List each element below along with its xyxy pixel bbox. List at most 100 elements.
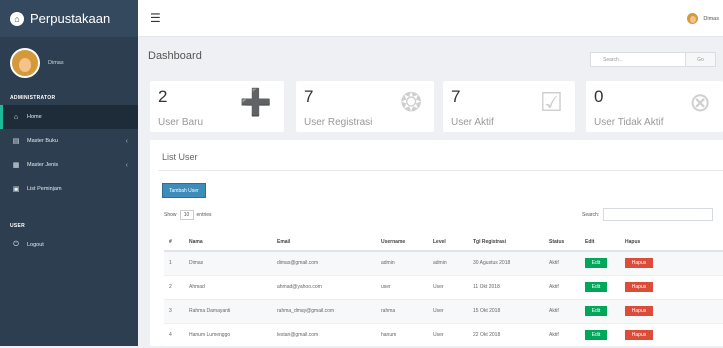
chevron-left-icon: ‹	[125, 137, 128, 145]
delete-button[interactable]: Hapus	[625, 282, 653, 292]
cell-status: Aktif	[544, 251, 580, 276]
sidebar-item-label: Home	[27, 114, 42, 120]
divider	[158, 170, 723, 171]
brand-title: Perpustakaan	[30, 11, 111, 26]
user-panel: Dimas	[0, 37, 138, 87]
table-search-label: Search:	[582, 211, 600, 218]
menu-toggle-icon[interactable]: ☰	[150, 11, 161, 25]
cell-level: User	[428, 323, 468, 348]
cell-nama: Hanum Lumenggo	[184, 323, 272, 348]
sidebar-item-list-peminjam[interactable]: ▣ List Peminjam	[0, 177, 138, 201]
edit-button[interactable]: Edit	[585, 330, 607, 340]
table-header-row: # Nama Email Username Level Tgl Registra…	[164, 234, 723, 252]
cell-edit: Edit	[580, 251, 620, 276]
col-header-no[interactable]: #	[164, 234, 184, 252]
users-icon: ▣	[12, 186, 20, 193]
search-input[interactable]: Search...	[591, 57, 685, 63]
table-search: Search:	[582, 208, 714, 221]
delete-button[interactable]: Hapus	[625, 330, 653, 340]
delete-button[interactable]: Hapus	[625, 258, 653, 269]
cell-tgl-registrasi: 30 Agustus 2018	[468, 251, 544, 276]
brand-bar[interactable]: ⌂ Perpustakaan	[0, 0, 138, 37]
cell-nama: Dimas	[184, 251, 272, 276]
table-row: 2 Ahmad ahmad@yahoo.com user User 11 Okt…	[164, 275, 723, 300]
header-search: Search... Go	[590, 52, 716, 67]
col-header-tgl-registrasi[interactable]: Tgl Registrasi	[468, 234, 544, 252]
panel-title: List User	[162, 152, 198, 162]
col-header-email[interactable]: Email	[272, 234, 376, 252]
table-row: 1 Dimas dimas@gmail.com admin admin 30 A…	[164, 251, 723, 276]
times-circle-icon: ⊗	[689, 87, 711, 117]
home-logo-icon: ⌂	[10, 11, 24, 26]
section-admin: ADMINISTRATOR	[10, 95, 56, 101]
edit-button[interactable]: Edit	[585, 258, 607, 269]
cell-username: admin	[376, 251, 428, 276]
sidebar-item-home[interactable]: ⌂ Home	[0, 105, 138, 129]
sidebar-item-logout[interactable]: ⏻ Logout	[0, 233, 138, 257]
stat-value: 0	[594, 87, 604, 106]
col-header-nama[interactable]: Nama	[184, 234, 272, 252]
table-search-input[interactable]	[603, 208, 714, 221]
cell-hapus: Hapus	[620, 275, 723, 300]
cell-nama: Rahma Damayanti	[184, 299, 272, 324]
chevron-left-icon: ‹	[125, 161, 128, 169]
cell-edit: Edit	[580, 323, 620, 348]
add-user-button[interactable]: Tambah User	[162, 183, 206, 198]
stat-card-user-tidak-aktif: 0 User Tidak Aktif ⊗	[586, 81, 723, 132]
cell-tgl-registrasi: 15 Okt 2018	[468, 299, 544, 324]
stat-value: 7	[304, 87, 314, 106]
search-button[interactable]: Go	[685, 53, 715, 66]
show-label: Show	[164, 212, 177, 218]
page-title: Dashboard	[148, 50, 202, 62]
stat-value: 7	[451, 87, 461, 106]
cell-no: 4	[164, 323, 184, 348]
stat-card-user-baru: 2 User Baru ➕	[150, 81, 284, 132]
table-row: 4 Hanum Lumenggo lestari@gmail.com hanum…	[164, 323, 723, 348]
user-plus-icon: ➕	[239, 87, 272, 117]
cell-email: lestari@gmail.com	[272, 323, 376, 348]
cell-email: rahma_dmay@gmail.com	[272, 299, 376, 324]
home-icon: ⌂	[13, 113, 19, 121]
sidebar-item-label: List Peminjam	[27, 186, 62, 192]
cell-hapus: Hapus	[620, 251, 723, 276]
stat-label: User Baru	[158, 117, 204, 128]
cell-email: ahmad@yahoo.com	[272, 275, 376, 300]
cell-edit: Edit	[580, 299, 620, 324]
check-square-icon: ☑	[539, 87, 563, 117]
user-name: Dimas	[48, 59, 64, 66]
edit-button[interactable]: Edit	[585, 306, 607, 316]
cell-no: 3	[164, 299, 184, 324]
sidebar-item-label: Master Buku	[27, 138, 58, 144]
top-user-menu[interactable]: Dimas	[686, 12, 719, 25]
section-user: USER	[10, 223, 26, 229]
entries-select[interactable]: 10	[179, 210, 194, 220]
delete-button[interactable]: Hapus	[625, 306, 653, 316]
cell-status: Aktif	[544, 299, 580, 324]
cell-tgl-registrasi: 22 Okt 2018	[468, 323, 544, 348]
col-header-edit[interactable]: Edit	[580, 234, 620, 252]
top-username: Dimas	[703, 15, 719, 22]
col-header-username[interactable]: Username	[376, 234, 428, 252]
logout-icon: ⏻	[13, 241, 19, 248]
cell-edit: Edit	[580, 275, 620, 300]
sidebar-item-master-buku[interactable]: ▤ Master Buku ‹	[0, 129, 138, 153]
sidebar-item-master-jenis[interactable]: ▦ Master Jenis ‹	[0, 153, 138, 177]
col-header-status[interactable]: Status	[544, 234, 580, 252]
stat-card-user-aktif: 7 User Aktif ☑	[443, 81, 575, 132]
col-header-hapus[interactable]: Hapus	[620, 234, 723, 252]
entries-label: entries	[196, 212, 212, 218]
cell-no: 1	[164, 251, 184, 276]
cell-no: 2	[164, 275, 184, 300]
edit-button[interactable]: Edit	[585, 282, 607, 292]
cell-username: hanum	[376, 323, 428, 348]
cell-nama: Ahmad	[184, 275, 272, 300]
top-navbar: ☰ Dimas	[138, 0, 723, 37]
cell-email: dimas@gmail.com	[272, 251, 376, 276]
stat-label: User Tidak Aktif	[594, 117, 664, 128]
sidebar: ⌂ Perpustakaan Dimas ADMINISTRATOR ⌂ Hom…	[0, 0, 138, 346]
col-header-level[interactable]: Level	[428, 234, 468, 252]
cell-level: User	[428, 299, 468, 324]
cell-username: user	[376, 275, 428, 300]
sidebar-item-label: Master Jenis	[27, 162, 59, 168]
list-icon: ▦	[12, 162, 20, 169]
